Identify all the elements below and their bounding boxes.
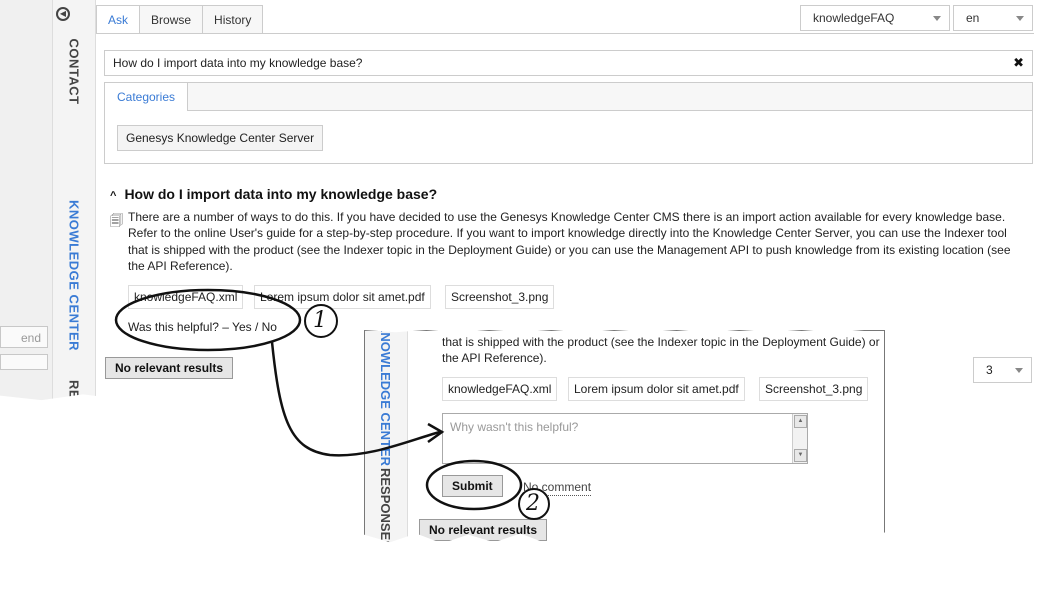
- chevron-down-icon: [933, 16, 941, 21]
- step-2-label: 2: [526, 491, 540, 516]
- attachment-xml[interactable]: knowledgeFAQ.xml: [128, 285, 244, 309]
- cut-field-2: [0, 354, 48, 370]
- zoom-attachment-pdf[interactable]: Lorem ipsum dolor sit amet.pdf: [568, 377, 745, 401]
- zoom-rail-responses[interactable]: RESPONSES: [378, 468, 393, 543]
- scroll-down-icon[interactable]: ▼: [794, 449, 807, 462]
- step-1-label: 1: [313, 308, 327, 333]
- comment-scrollbar[interactable]: ▲ ▼: [792, 414, 807, 463]
- rail-knowledge-center[interactable]: KNOWLEDGE CENTER: [67, 200, 82, 351]
- category-chip[interactable]: Genesys Knowledge Center Server: [117, 125, 324, 151]
- cut-field: end: [0, 326, 48, 348]
- attachment-pdf[interactable]: Lorem ipsum dolor sit amet.pdf: [254, 285, 431, 309]
- categories-tabstrip: [187, 83, 1032, 110]
- zoom-attachment-png[interactable]: Screenshot_3.png: [759, 377, 869, 401]
- question-input-value: How do I import data into my knowledge b…: [113, 56, 363, 70]
- collapse-icon[interactable]: ◀: [56, 7, 70, 21]
- result-title-text: How do I import data into my knowledge b…: [124, 186, 438, 202]
- chevron-up-icon[interactable]: ^: [110, 190, 116, 202]
- rail-contact[interactable]: CONTACT: [67, 38, 82, 104]
- page: end CONTACT KNOWLEDGE CENTER RE ◀ Ask Br…: [0, 0, 1037, 599]
- zoom-callout: KNOWLEDGE CENTER RESPONSES that is shipp…: [364, 330, 885, 544]
- kb-select-value: knowledgeFAQ: [813, 11, 895, 25]
- helpful-prompt[interactable]: Was this helpful? – Yes / No: [128, 320, 277, 334]
- chevron-down-icon: [1015, 368, 1023, 373]
- kb-select[interactable]: knowledgeFAQ: [800, 5, 950, 31]
- result-answer: There are a number of ways to do this. I…: [128, 210, 1011, 274]
- rail-responses-cut[interactable]: RE: [67, 380, 82, 399]
- language-select-value: en: [966, 11, 980, 25]
- categories-panel: Categories Genesys Knowledge Center Serv…: [104, 82, 1033, 164]
- page-size-select[interactable]: 3: [973, 357, 1032, 383]
- page-size-value: 3: [986, 363, 993, 377]
- categories-divider: [187, 110, 1032, 111]
- close-icon[interactable]: ✖: [1013, 51, 1024, 75]
- left-strip: end: [0, 0, 52, 402]
- zoom-rail-knowledge-center[interactable]: KNOWLEDGE CENTER: [378, 330, 393, 466]
- tab-browse[interactable]: Browse: [139, 5, 204, 33]
- attachment-png[interactable]: Screenshot_3.png: [445, 285, 555, 309]
- scroll-up-icon[interactable]: ▲: [794, 415, 807, 428]
- language-select[interactable]: en: [953, 5, 1033, 31]
- side-rail: CONTACT KNOWLEDGE CENTER RE: [52, 0, 96, 402]
- zoom-answer-line-1: that is shipped with the product (see th…: [442, 335, 880, 349]
- no-relevant-results-button[interactable]: No relevant results: [105, 357, 234, 379]
- tab-ask[interactable]: Ask: [96, 5, 141, 33]
- comment-textarea[interactable]: Why wasn't this helpful? ▲ ▼: [442, 413, 808, 464]
- tab-categories[interactable]: Categories: [105, 83, 188, 111]
- zoom-attachment-xml[interactable]: knowledgeFAQ.xml: [442, 377, 558, 401]
- comment-placeholder: Why wasn't this helpful?: [450, 420, 579, 434]
- result-title[interactable]: ^ How do I import data into my knowledge …: [110, 186, 437, 202]
- zoom-no-relevant-results-button[interactable]: No relevant results: [419, 519, 548, 541]
- zoom-answer-line-2: the API Reference).: [442, 351, 547, 366]
- question-input[interactable]: How do I import data into my knowledge b…: [104, 50, 1033, 76]
- tab-history[interactable]: History: [202, 5, 264, 33]
- zoom-answer-text: that is shipped with the product (see th…: [442, 334, 882, 367]
- chevron-down-icon: [1016, 16, 1024, 21]
- zoom-side-rail: KNOWLEDGE CENTER RESPONSES: [365, 330, 408, 544]
- document-icon: 🗐: [110, 213, 123, 228]
- submit-button[interactable]: Submit: [442, 475, 503, 497]
